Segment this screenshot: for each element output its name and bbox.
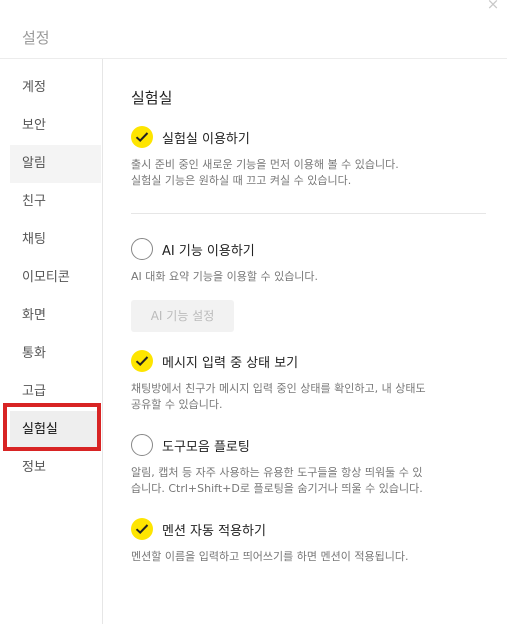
sidebar-item-emoticons[interactable]: 이모티콘 bbox=[10, 259, 101, 297]
sidebar-item-calls[interactable]: 통화 bbox=[10, 335, 101, 373]
checked-circle-icon bbox=[131, 126, 153, 148]
checked-circle-icon bbox=[131, 518, 153, 540]
option-description: 알림, 캡처 등 자주 사용하는 유용한 도구들을 항상 띄워둘 수 있 습니다… bbox=[131, 466, 423, 495]
sidebar-item-display[interactable]: 화면 bbox=[10, 297, 101, 335]
option-description: 멘션할 이름을 입력하고 띄어쓰기를 하면 멘션이 적용됩니다. bbox=[131, 550, 409, 563]
sidebar-item-account[interactable]: 계정 bbox=[10, 69, 101, 107]
lab-enable-toggle[interactable]: 실험실 이용하기 bbox=[131, 126, 481, 148]
option-label: AI 기능 이용하기 bbox=[162, 244, 255, 259]
option-typing-status: 메시지 입력 중 상태 보기 채팅방에서 친구가 메시지 입력 중인 상태를 확… bbox=[131, 350, 481, 413]
option-description: 채팅방에서 친구가 메시지 입력 중인 상태를 확인하고, 내 상태도 공유할 … bbox=[131, 382, 426, 411]
section-divider bbox=[131, 213, 486, 214]
close-icon[interactable]: × bbox=[485, 0, 501, 12]
option-label: 멘션 자동 적용하기 bbox=[162, 524, 266, 539]
option-label: 실험실 이용하기 bbox=[162, 132, 250, 147]
window-title: 설정 bbox=[22, 29, 50, 47]
option-description: AI 대화 요약 기능을 이용할 수 있습니다. bbox=[131, 270, 319, 283]
highlight-annotation-box bbox=[3, 403, 101, 451]
checked-circle-icon bbox=[131, 350, 153, 372]
ai-settings-button[interactable]: AI 기능 설정 bbox=[131, 300, 234, 332]
sidebar-item-security[interactable]: 보안 bbox=[10, 107, 101, 145]
option-description: 출시 준비 중인 새로운 기능을 먼저 이용해 볼 수 있습니다. 실험실 기능… bbox=[131, 158, 399, 187]
ai-features-toggle[interactable]: AI 기능 이용하기 bbox=[131, 238, 481, 260]
option-label: 도구모음 플로팅 bbox=[162, 440, 250, 455]
section-title: 실험실 bbox=[131, 89, 173, 107]
settings-sidebar: 계정 보안 알림 친구 채팅 이모티콘 화면 통화 고급 실험실 정보 bbox=[0, 59, 103, 624]
unchecked-circle-icon bbox=[131, 434, 153, 456]
sidebar-item-chat[interactable]: 채팅 bbox=[10, 221, 101, 259]
option-label: 메시지 입력 중 상태 보기 bbox=[162, 356, 299, 371]
auto-mention-toggle[interactable]: 멘션 자동 적용하기 bbox=[131, 518, 481, 540]
option-floating-toolbar: 도구모음 플로팅 알림, 캡처 등 자주 사용하는 유용한 도구들을 항상 띄워… bbox=[131, 434, 481, 497]
typing-status-toggle[interactable]: 메시지 입력 중 상태 보기 bbox=[131, 350, 481, 372]
unchecked-circle-icon bbox=[131, 238, 153, 260]
sidebar-item-info[interactable]: 정보 bbox=[10, 449, 101, 487]
option-ai-features: AI 기능 이용하기 AI 대화 요약 기능을 이용할 수 있습니다. bbox=[131, 238, 481, 285]
sidebar-item-friends[interactable]: 친구 bbox=[10, 183, 101, 221]
floating-toolbar-toggle[interactable]: 도구모음 플로팅 bbox=[131, 434, 481, 456]
sidebar-item-notifications[interactable]: 알림 bbox=[10, 145, 101, 183]
option-lab-enable: 실험실 이용하기 출시 준비 중인 새로운 기능을 먼저 이용해 볼 수 있습니… bbox=[131, 126, 481, 189]
option-auto-mention: 멘션 자동 적용하기 멘션할 이름을 입력하고 띄어쓰기를 하면 멘션이 적용됩… bbox=[131, 518, 481, 565]
